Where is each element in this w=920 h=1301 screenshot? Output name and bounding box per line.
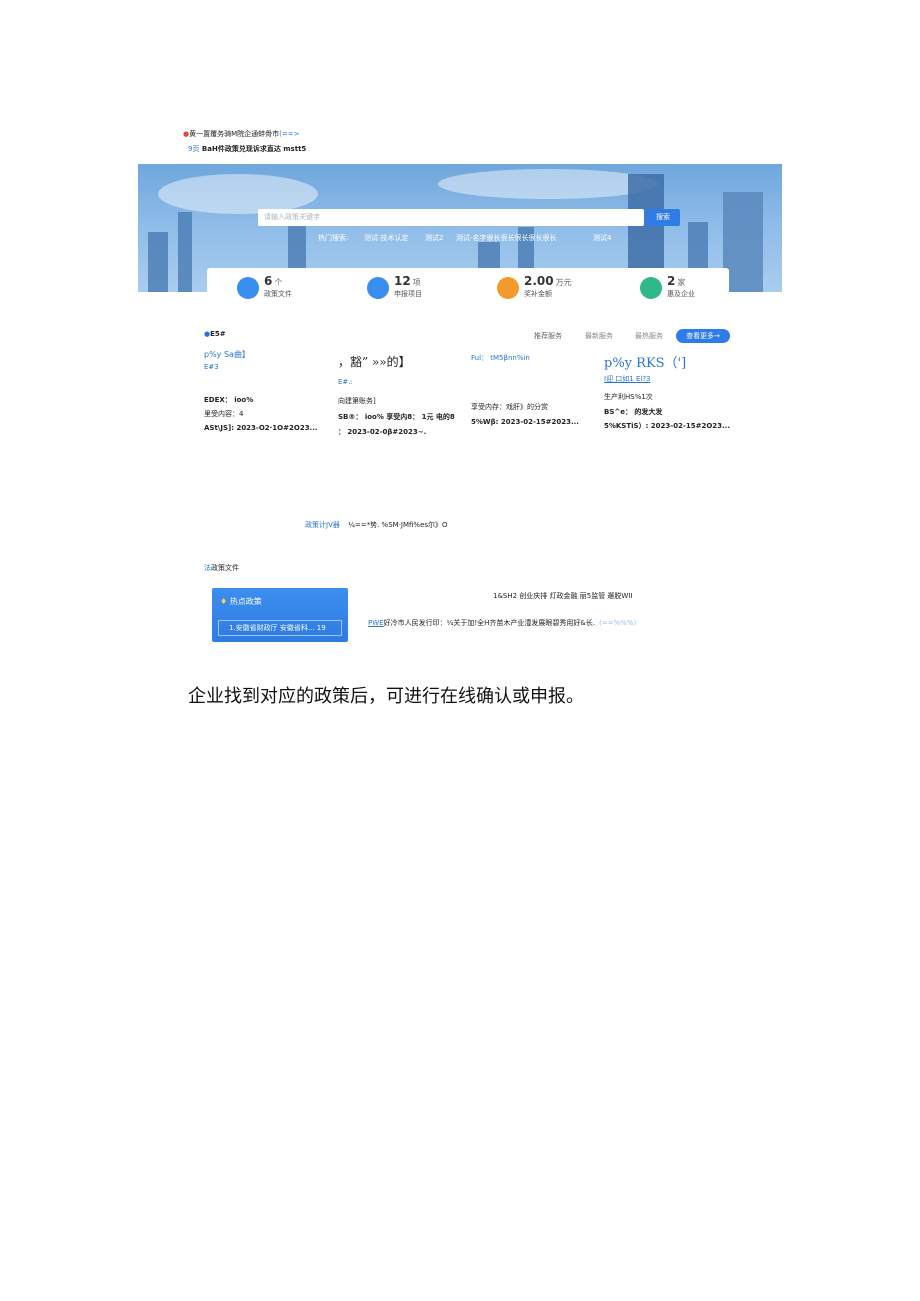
service-card-line: 5%KSTiS）: 2023-02-15#2O23... xyxy=(604,422,730,430)
pin-icon xyxy=(497,277,519,299)
tab-latest[interactable]: 最新服务 xyxy=(585,332,613,341)
services-title: ●E5# xyxy=(204,330,226,338)
document-icon xyxy=(237,277,259,299)
service-card-line: EDEX： ioo% xyxy=(204,396,254,404)
service-card-sub: E#.: xyxy=(338,378,353,386)
flame-icon: ♦ xyxy=(220,597,228,606)
stat-enterprises[interactable]: 2家 惠及企业 xyxy=(640,274,760,302)
hot-search-label: 热门搜索: xyxy=(318,234,349,242)
hot-search-item[interactable]: 测试2 xyxy=(425,234,443,243)
policy-notice[interactable]: PWE好冷市人民发行印：¼关于加!全H齐苗木产业澧发展眼碧秀用好&长. (==%%… xyxy=(368,619,636,628)
stat-subsidy[interactable]: 2.00 万元 奖补金额 xyxy=(497,274,617,302)
service-card-line: 生产利HS%1次 xyxy=(604,393,653,401)
stat-projects[interactable]: 12 项 申报项目 xyxy=(367,274,487,302)
service-card-line: 里受内容：4 xyxy=(204,410,244,418)
tab-recommended[interactable]: 推荐服务 xyxy=(534,332,562,341)
tab-hottest[interactable]: 最热服务 xyxy=(635,332,663,341)
service-card-line: 享受内存：戏肝》的分赏 xyxy=(471,403,548,411)
service-card-title[interactable]: p%y RKS（'] xyxy=(604,352,686,371)
hot-search-item[interactable]: 测试-名字很长很长很长很长很长 xyxy=(456,234,557,243)
view-more-button[interactable]: 查看更多→ xyxy=(676,329,730,343)
hot-search-item[interactable]: 测试4 xyxy=(593,234,611,243)
search-button[interactable]: 搜索 xyxy=(646,209,680,226)
stats-bar: 6个 政策文件 12 项 申报项目 2.00 万元 奖补金额 2家 惠及企业 xyxy=(207,268,729,304)
document-caption: 企业找到对应的政策后，可进行在线确认或申报。 xyxy=(188,686,584,707)
policy-categories[interactable]: 1&SH2 创业庆排 灯政金融 丽5监管 邂脱WII xyxy=(493,592,632,601)
service-card-title[interactable]: Ful： tM5βnn%in xyxy=(471,354,530,363)
service-card-line: ASt\JS]: 2023-O2·1O#2O23... xyxy=(204,424,318,432)
service-card-line: ： 2023-02-0β#2023~. xyxy=(338,428,427,436)
service-card-line: BS^e： 的发大发 xyxy=(604,408,663,416)
service-card-line: SB®： ioo% 享受内8： 1元 电的8 xyxy=(338,413,455,421)
hot-search-item[interactable]: 测试-技术认定 xyxy=(364,234,409,243)
policy-files-title: 法政策文件 xyxy=(204,564,239,572)
service-card-line: 向建第账务] xyxy=(338,397,376,405)
service-card-title[interactable]: p%y Sa曲】 xyxy=(204,349,250,360)
hot-policy-item[interactable]: 1.安徽省财政厅 安徽省科... 19 xyxy=(218,620,342,636)
service-card-title[interactable]: ，豁” »»的】 xyxy=(338,353,411,370)
service-card-sub[interactable]: I迎 口如1 El?3 xyxy=(604,375,651,384)
service-card-line: 5%Wβ: 2023-02-15#2023... xyxy=(471,418,579,426)
stat-policy-files[interactable]: 6个 政策文件 xyxy=(237,274,357,302)
hot-policy-title: ♦ 热点政策 xyxy=(220,597,262,606)
chart-icon xyxy=(367,277,389,299)
search-input[interactable]: 请输入政策关键字 xyxy=(258,209,644,226)
building-icon xyxy=(640,277,662,299)
policy-calculator[interactable]: 政策计JV器 ¼==*势. %SM·JMfi%es尔》O xyxy=(305,521,448,530)
header-line-1: ●黄一置覆务骑M院企通蚌骨市(==> xyxy=(183,130,300,138)
header-line-2: 9页 BaH件政策兑现诉求直达 mstt5 xyxy=(188,145,307,153)
hot-policy-panel: ♦ 热点政策 1.安徽省财政厅 安徽省科... 19 xyxy=(212,588,348,642)
service-card-sub: E#3 xyxy=(204,363,219,371)
